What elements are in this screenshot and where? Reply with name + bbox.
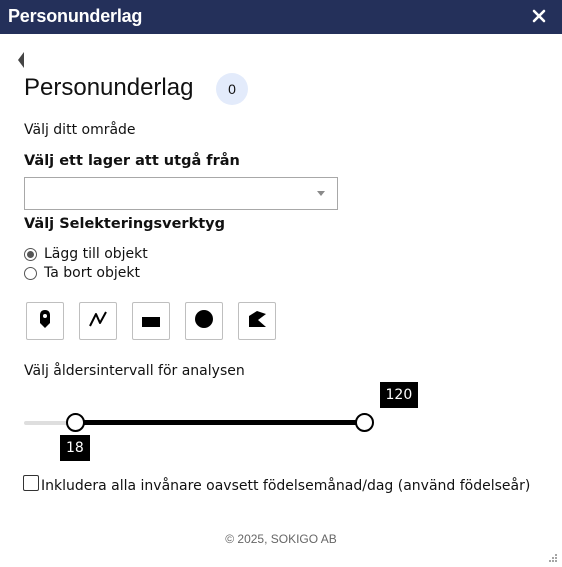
- radio-add[interactable]: [24, 247, 37, 261]
- radio-add-label: Lägg till objekt: [44, 246, 148, 262]
- copyright-footer: © 2025, SOKIGO AB: [225, 532, 337, 546]
- point-marker-icon: [38, 309, 52, 333]
- close-icon[interactable]: [528, 5, 550, 27]
- window-title: Personunderlag: [8, 6, 143, 26]
- age-slider-min-handle[interactable]: [65, 413, 85, 432]
- age-label: Välj åldersintervall för analysen: [24, 363, 245, 379]
- tools-label: Välj Selekteringsverktyg: [24, 216, 225, 232]
- age-max-tooltip: 120: [379, 382, 419, 408]
- circle-tool-button[interactable]: [185, 302, 223, 340]
- rectangle-tool-button[interactable]: [132, 302, 170, 340]
- radio-remove[interactable]: [24, 266, 37, 280]
- polyline-tool-button[interactable]: [79, 302, 117, 340]
- resize-grip-icon[interactable]: [548, 548, 558, 562]
- include-all-checkbox[interactable]: [23, 475, 39, 491]
- polygon-tool-button[interactable]: [238, 302, 276, 340]
- layer-select[interactable]: [24, 177, 338, 210]
- title-bar: Personunderlag: [0, 0, 562, 34]
- radio-remove-label: Ta bort objekt: [44, 265, 140, 281]
- layer-label: Välj ett lager att utgå från: [24, 153, 240, 169]
- age-slider-max-handle[interactable]: [354, 413, 374, 432]
- radio-remove-row[interactable]: Ta bort objekt: [24, 265, 140, 281]
- count-badge: 0: [216, 73, 248, 105]
- page-title: Personunderlag: [24, 74, 194, 101]
- age-min-tooltip: 18: [60, 435, 90, 461]
- circle-icon: [194, 309, 214, 333]
- age-slider-range: [75, 420, 364, 425]
- chevron-down-icon: [317, 191, 325, 196]
- radio-add-row[interactable]: Lägg till objekt: [24, 246, 148, 262]
- include-all-label: Inkludera alla invånare oavsett födelsem…: [41, 478, 531, 494]
- back-arrow-icon[interactable]: [16, 52, 28, 68]
- point-tool-button[interactable]: [26, 302, 64, 340]
- polyline-icon: [88, 310, 108, 332]
- area-label: Välj ditt område: [24, 122, 136, 138]
- polygon-icon: [247, 310, 267, 332]
- rectangle-icon: [142, 312, 160, 331]
